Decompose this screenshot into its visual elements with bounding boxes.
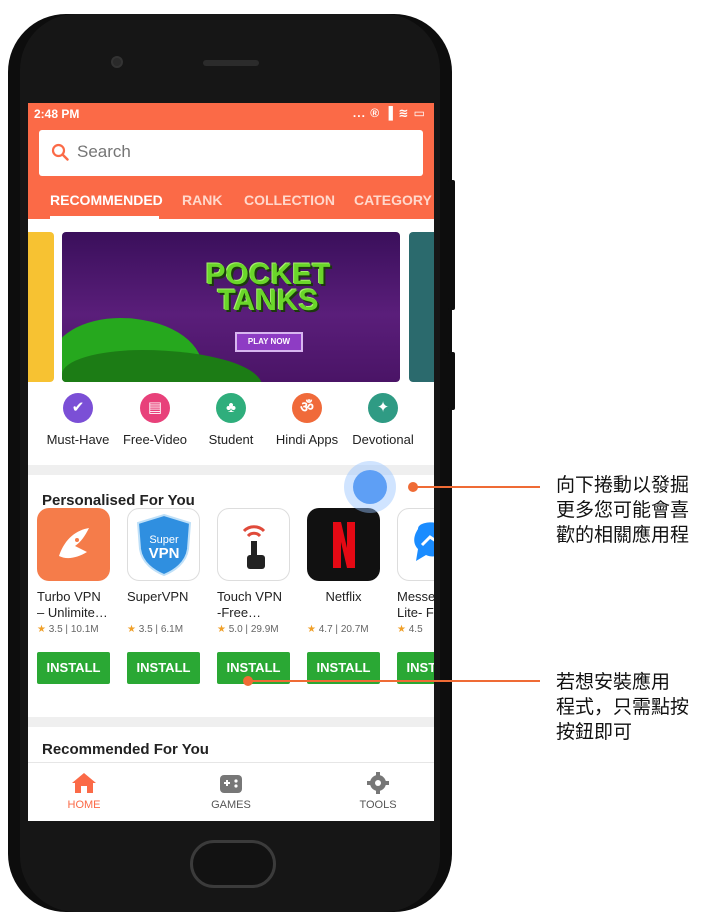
home-key[interactable] xyxy=(190,840,276,888)
app-size: 6.1M xyxy=(160,624,184,635)
nav-label: HOME xyxy=(67,799,101,811)
section-title-personalised: Personalised For You xyxy=(42,492,195,509)
star-icon: ★ xyxy=(397,624,406,635)
nav-label: GAMES xyxy=(211,799,251,811)
home-icon xyxy=(72,773,96,793)
app-size: 20.7M xyxy=(340,624,369,635)
book-icon: ✦ xyxy=(368,393,398,423)
category-label: Hindi Apps xyxy=(275,432,339,447)
power-button xyxy=(448,352,455,410)
app-rating: ★ 3.5 | 6.1M xyxy=(127,624,184,635)
volume-button xyxy=(448,180,455,310)
gear-icon xyxy=(367,772,389,794)
category-label: Student xyxy=(208,432,254,447)
app-card[interactable]: Turbo VPN – Unlimite… ★ 3.5 | 10.1M INST… xyxy=(37,508,117,684)
category-free-video[interactable]: ▤ Free-Video xyxy=(115,393,195,447)
app-rating: ★ 4.5 xyxy=(397,624,434,635)
callout-line xyxy=(250,680,540,682)
app-card[interactable]: Messe Lite- F ★ 4.5 INSTALL xyxy=(397,508,434,684)
app-rating-value: 5.0 xyxy=(228,624,243,635)
tab-recommended[interactable]: RECOMMENDED xyxy=(50,192,163,208)
install-button[interactable]: INSTALL xyxy=(127,652,200,684)
category-label: Devotional xyxy=(352,432,414,447)
banner-main[interactable]: POCKET TANKS PLAY NOW xyxy=(62,232,400,382)
app-rating-value: 3.5 xyxy=(48,624,63,635)
turbo-vpn-icon xyxy=(37,508,110,581)
star-icon: ★ xyxy=(307,624,316,635)
app-name: Messe Lite- F xyxy=(397,589,434,620)
touch-point xyxy=(353,470,387,504)
app-rating: ★ 3.5 | 10.1M xyxy=(37,624,99,635)
banner-prev[interactable] xyxy=(28,232,54,382)
app-rating-value: 3.5 xyxy=(138,624,153,635)
nav-home[interactable]: HOME xyxy=(44,771,124,811)
app-rating: ★ 5.0 | 29.9M xyxy=(217,624,279,635)
install-button[interactable]: INSTALL xyxy=(37,652,110,684)
earpiece-speaker xyxy=(203,60,259,66)
banner-hill xyxy=(62,350,262,382)
star-icon: ★ xyxy=(217,624,226,635)
app-rating-value: 4.7 xyxy=(318,624,333,635)
gamepad-icon xyxy=(220,775,242,793)
film-icon: ▤ xyxy=(140,393,170,423)
app-size: 29.9M xyxy=(250,624,279,635)
callout-scroll-text: 向下捲動以發掘 更多您可能會喜 歡的相關應用程 xyxy=(556,474,690,546)
category-label: Free-Video xyxy=(122,432,188,447)
search-input[interactable] xyxy=(77,142,377,162)
app-name: Netflix xyxy=(325,589,362,604)
touch-indicator xyxy=(344,461,396,513)
app-card[interactable]: Super VPN SuperVPN ★ 3.5 | 6.1M INSTALL xyxy=(127,508,207,684)
app-rating: ★ 4.7 | 20.7M xyxy=(307,624,369,635)
callout-install-text: 若想安裝應用 程式，只需點按 按鈕即可 xyxy=(556,671,690,743)
callout-line xyxy=(416,486,540,488)
banner-next[interactable] xyxy=(409,232,434,382)
app-rating-value: 4.5 xyxy=(408,624,423,635)
search-box[interactable] xyxy=(39,130,423,176)
front-camera xyxy=(111,56,123,68)
tab-bar: RECOMMENDED RANK COLLECTION CATEGORY xyxy=(28,187,434,219)
app-name: Turbo VPN – Unlimite… xyxy=(37,589,108,620)
hindi-icon: ॐ xyxy=(292,393,322,423)
app-card[interactable]: Netflix ★ 4.7 | 20.7M INSTALL xyxy=(307,508,387,684)
category-devotional[interactable]: ✦ Devotional xyxy=(343,393,423,447)
status-bar: 2:48 PM ... ® ▐ ≋ ▭ xyxy=(28,103,434,127)
touch-vpn-icon xyxy=(217,508,290,581)
category-label: Must-Have xyxy=(46,432,110,447)
messenger-icon xyxy=(397,508,434,581)
category-hindi-apps[interactable]: ॐ Hindi Apps xyxy=(267,393,347,447)
bottom-nav: HOME GAMES TOOLS xyxy=(28,762,434,821)
check-icon: ✔ xyxy=(63,393,93,423)
netflix-icon xyxy=(307,508,380,581)
nav-label: TOOLS xyxy=(359,799,397,811)
star-icon: ★ xyxy=(37,624,46,635)
nav-tools[interactable]: TOOLS xyxy=(338,771,418,811)
search-icon xyxy=(51,143,69,161)
section-title-recommended: Recommended For You xyxy=(42,741,209,758)
svg-text:VPN: VPN xyxy=(149,545,180,562)
banner-play-button[interactable]: PLAY NOW xyxy=(235,332,303,352)
banner-title: POCKET TANKS xyxy=(205,258,331,317)
app-size: 10.1M xyxy=(70,624,99,635)
category-student[interactable]: ♣ Student xyxy=(191,393,271,447)
nav-games[interactable]: GAMES xyxy=(191,771,271,811)
tab-category[interactable]: CATEGORY xyxy=(354,192,432,208)
category-must-have[interactable]: ✔ Must-Have xyxy=(38,393,118,447)
tab-collection[interactable]: COLLECTION xyxy=(244,192,335,208)
status-time: 2:48 PM xyxy=(34,107,80,121)
app-name: SuperVPN xyxy=(127,589,189,604)
star-icon: ★ xyxy=(127,624,136,635)
status-icons: ... ® ▐ ≋ ▭ xyxy=(352,106,426,120)
section-divider xyxy=(28,717,434,727)
tab-rank[interactable]: RANK xyxy=(182,192,222,208)
app-name: Touch VPN -Free… xyxy=(217,589,283,620)
header-bar: 2:48 PM ... ® ▐ ≋ ▭ RECOMMENDED RANK COL… xyxy=(28,103,434,219)
app-card[interactable]: Touch VPN -Free… ★ 5.0 | 29.9M INSTALL xyxy=(217,508,297,684)
supervpn-icon: Super VPN xyxy=(127,508,200,581)
student-icon: ♣ xyxy=(216,393,246,423)
